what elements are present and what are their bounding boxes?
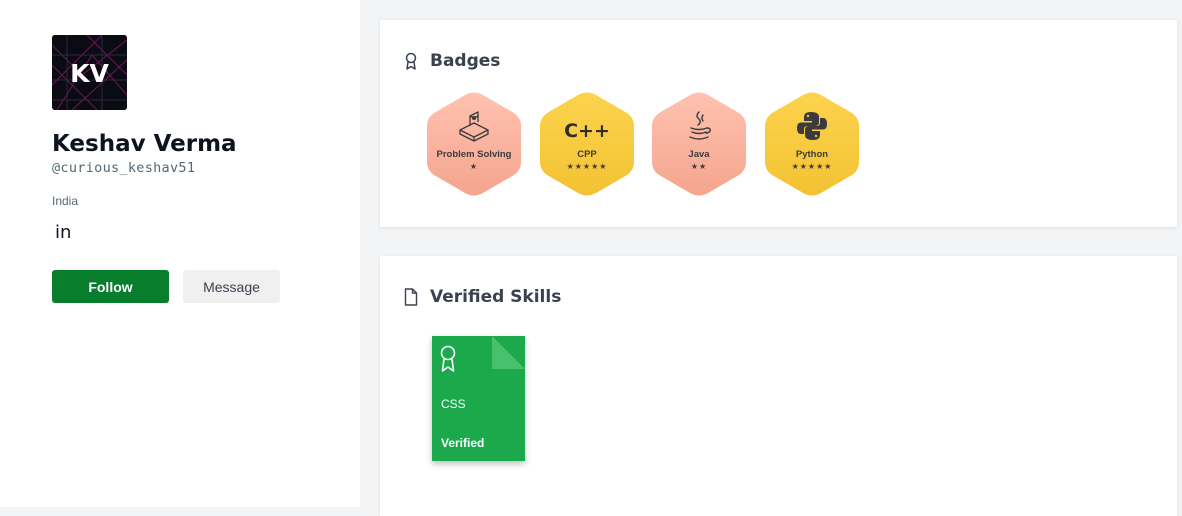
badge-stars: ★★★★★ [791, 162, 833, 171]
badge-name: Problem Solving [436, 149, 512, 160]
document-icon [404, 288, 418, 306]
badge-stars: ★★★★★ [566, 162, 608, 171]
badge-stars: ★★ [690, 162, 708, 171]
skill-verified-status: Verified [441, 436, 485, 450]
problem-solving-icon [459, 111, 489, 142]
user-country: India [52, 194, 79, 208]
java-icon [689, 111, 711, 140]
hexagon-shape [652, 92, 746, 196]
python-icon [797, 112, 827, 140]
hexagon-shape [427, 92, 521, 196]
avatar: KV [52, 35, 127, 110]
hexagon-shape [540, 92, 634, 196]
follow-button[interactable]: Follow [52, 270, 169, 303]
linkedin-icon[interactable]: in [55, 222, 71, 243]
badges-card: Badges Problem Solving ★ C++ CPP ★★★★★ J… [380, 20, 1177, 227]
badge-name: Java [688, 149, 710, 160]
cpp-icon: C++ [564, 120, 610, 142]
award-ribbon-icon [440, 345, 456, 372]
badge-name: Python [795, 149, 829, 160]
skill-card-css[interactable]: CSS Verified [432, 336, 525, 461]
verified-skills-card: Verified Skills CSS Verified [380, 256, 1177, 516]
badge-problem-solving[interactable]: Problem Solving ★ [426, 92, 522, 196]
avatar-initials: KV [70, 59, 109, 88]
skill-card-fold [492, 336, 525, 369]
skills-header: Verified Skills [404, 287, 561, 307]
badges-title: Badges [430, 51, 501, 71]
badge-java[interactable]: Java ★★ [651, 92, 747, 196]
hexagon-shape [765, 92, 859, 196]
ribbon-icon [405, 52, 417, 70]
skill-name: CSS [441, 397, 466, 411]
badge-python[interactable]: Python ★★★★★ [764, 92, 860, 196]
badge-stars: ★ [469, 162, 479, 171]
badges-header: Badges [404, 51, 500, 71]
badge-cpp[interactable]: C++ CPP ★★★★★ [539, 92, 635, 196]
profile-panel: KV Keshav Verma @curious_keshav51 India … [0, 0, 360, 507]
skills-title: Verified Skills [430, 287, 562, 307]
user-handle: @curious_keshav51 [52, 160, 196, 176]
user-name: Keshav Verma [52, 131, 237, 157]
badge-name: CPP [577, 149, 597, 160]
message-button[interactable]: Message [183, 270, 280, 303]
